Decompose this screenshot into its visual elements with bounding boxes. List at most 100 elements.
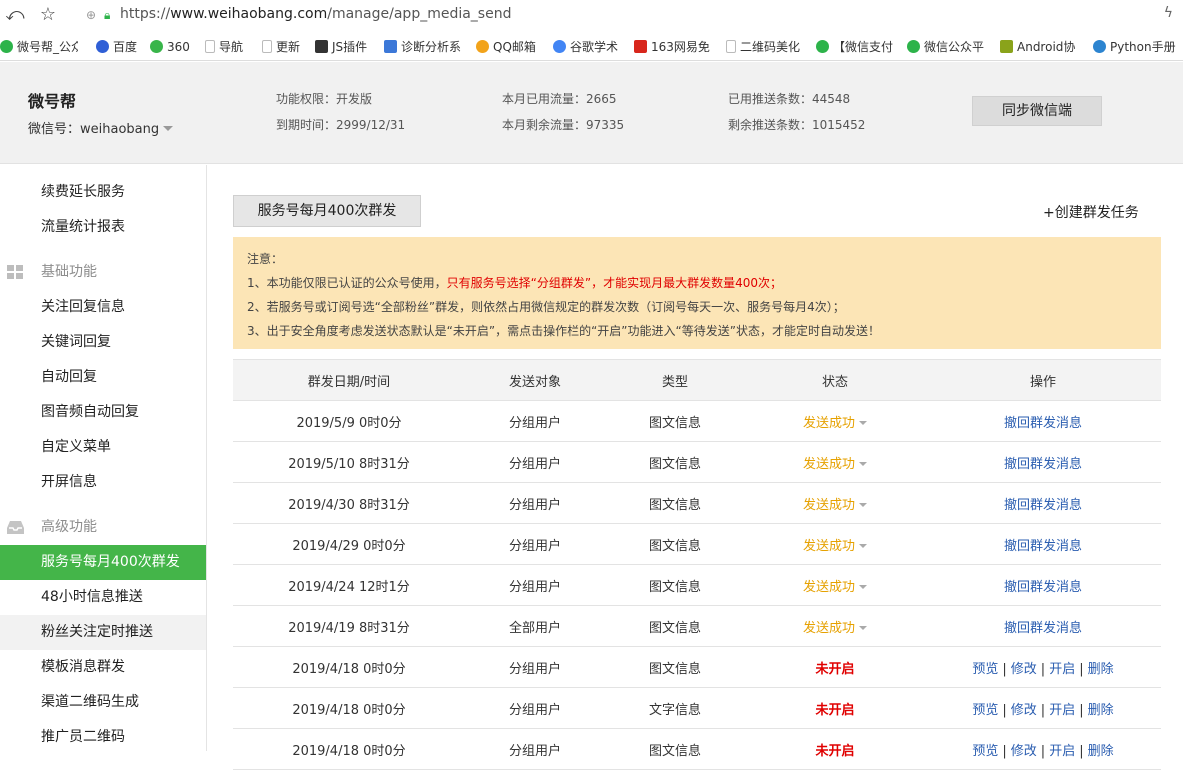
enable-link[interactable]: 开启 bbox=[1049, 703, 1075, 718]
col-header-type: 类型 bbox=[605, 359, 745, 401]
status-label: 发送成功 bbox=[802, 456, 855, 472]
separator: | bbox=[1002, 702, 1007, 718]
bookmark-star-icon[interactable]: ☆ bbox=[37, 4, 59, 26]
sync-wechat-button[interactable]: 同步微信端 bbox=[972, 96, 1102, 126]
preview-link[interactable]: 预览 bbox=[972, 703, 998, 718]
bookmark-label: QQ邮箱 bbox=[493, 40, 536, 54]
sidebar-item-auto-reply[interactable]: 自动回复 bbox=[0, 360, 206, 395]
bookmark-label: 163网易免 bbox=[651, 40, 710, 54]
bookmark-item[interactable]: 360 bbox=[150, 38, 196, 56]
account-header: 微号帮 微信号：weihaobang 功能权限：开发版 到期时间：2999/12… bbox=[0, 62, 1183, 164]
cell-target: 分组用户 bbox=[465, 441, 605, 483]
status-label: 未开启 bbox=[815, 702, 855, 718]
bookmark-item[interactable]: 二维码美化 bbox=[726, 38, 804, 56]
wechat-id-selector[interactable]: 微信号：weihaobang bbox=[28, 118, 174, 137]
recall-link[interactable]: 撤回群发消息 bbox=[1004, 539, 1082, 554]
bookmark-item[interactable]: 诊断分析系 bbox=[384, 38, 462, 56]
chevron-down-icon bbox=[859, 543, 867, 548]
status-dropdown[interactable]: 发送成功 bbox=[803, 416, 867, 431]
separator: | bbox=[1040, 743, 1046, 759]
delete-link[interactable]: 删除 bbox=[1088, 703, 1114, 718]
status-dropdown[interactable]: 发送成功 bbox=[803, 621, 867, 636]
recall-link[interactable]: 撤回群发消息 bbox=[1004, 457, 1082, 472]
bookmark-item[interactable]: 百度 bbox=[96, 38, 140, 56]
status-dropdown[interactable]: 发送成功 bbox=[803, 498, 867, 513]
chevron-down-icon bbox=[163, 126, 174, 131]
sidebar-item-template-mass-send[interactable]: 模板消息群发 bbox=[0, 650, 206, 685]
recall-link[interactable]: 撤回群发消息 bbox=[1004, 580, 1082, 595]
cell-status: 未开启 bbox=[745, 646, 925, 688]
lightning-icon[interactable]: ϟ bbox=[1164, 5, 1173, 21]
bookmark-item[interactable]: QQ邮箱 bbox=[476, 38, 542, 56]
diagnose-icon bbox=[384, 40, 397, 53]
remain-push-info: 剩余推送条数：1015452 bbox=[728, 118, 866, 132]
cell-type: 图文信息 bbox=[605, 646, 745, 688]
cell-type: 图文信息 bbox=[605, 728, 745, 770]
edit-link[interactable]: 修改 bbox=[1011, 662, 1037, 677]
notice-line-3: 3、出于安全角度考虑发送状态默认是“未开启”，需点击操作栏的“开启”功能进入“等… bbox=[247, 324, 880, 338]
used-traffic-info: 本月已用流量：2665 bbox=[502, 92, 617, 106]
bookmark-item[interactable]: 谷歌学术 bbox=[553, 38, 619, 56]
create-mass-task-link[interactable]: +创建群发任务 bbox=[1043, 202, 1139, 222]
preview-link[interactable]: 预览 bbox=[972, 744, 998, 759]
tab-monthly-mass-send[interactable]: 服务号每月400次群发 bbox=[233, 195, 421, 227]
recall-link[interactable]: 撤回群发消息 bbox=[1004, 621, 1082, 636]
remain-traffic-info: 本月剩余流量：97335 bbox=[502, 118, 625, 132]
sidebar-group-advanced: 高级功能 bbox=[0, 510, 206, 545]
bookmark-item[interactable]: JS插件 bbox=[315, 38, 373, 56]
delete-link[interactable]: 删除 bbox=[1088, 662, 1114, 677]
bookmark-item[interactable]: 微号帮_公众 bbox=[0, 38, 78, 56]
sidebar-item-channel-qrcode[interactable]: 渠道二维码生成 bbox=[0, 685, 206, 720]
status-label: 未开启 bbox=[815, 661, 855, 677]
bookmark-item[interactable]: 微信公众平 bbox=[907, 38, 987, 56]
edit-link[interactable]: 修改 bbox=[1011, 744, 1037, 759]
recall-link[interactable]: 撤回群发消息 bbox=[1004, 498, 1082, 513]
bookmarks-bar: 微号帮_公众 百度 360 导航 更新 JS插件 诊断分析系 QQ邮箱 谷歌学术 163网易免 二维… bbox=[0, 33, 1183, 61]
separator: | bbox=[1040, 702, 1046, 718]
back-icon[interactable]: ⤺ bbox=[4, 4, 26, 26]
bookmark-label: 导航 bbox=[219, 40, 244, 54]
sidebar-item-renew[interactable]: 续费延长服务 bbox=[0, 175, 206, 210]
status-dropdown[interactable]: 发送成功 bbox=[803, 457, 867, 472]
sidebar-item-promoter-qrcode[interactable]: 推广员二维码 bbox=[0, 720, 206, 755]
cell-datetime: 2019/4/18 0时0分 bbox=[233, 728, 465, 770]
recall-link[interactable]: 撤回群发消息 bbox=[1004, 416, 1082, 431]
sidebar-item-monthly-mass-send[interactable]: 服务号每月400次群发 bbox=[0, 545, 206, 580]
status-dropdown[interactable]: 发送成功 bbox=[803, 539, 867, 554]
cell-target: 分组用户 bbox=[465, 564, 605, 606]
bookmark-item[interactable]: Android协 bbox=[1000, 38, 1078, 56]
sidebar-item-follow-reply[interactable]: 关注回复信息 bbox=[0, 290, 206, 325]
sidebar-item-keyword-reply[interactable]: 关键词回复 bbox=[0, 325, 206, 360]
chevron-down-icon bbox=[859, 502, 867, 507]
cell-datetime: 2019/5/10 8时31分 bbox=[233, 441, 465, 483]
shield-icon: ⊕ bbox=[86, 8, 97, 22]
sidebar-item-48h-push[interactable]: 48小时信息推送 bbox=[0, 580, 206, 615]
bookmark-item[interactable]: 导航 bbox=[205, 38, 251, 56]
edit-link[interactable]: 修改 bbox=[1011, 703, 1037, 718]
sidebar-item-traffic-report[interactable]: 流量统计报表 bbox=[0, 210, 206, 245]
enable-link[interactable]: 开启 bbox=[1049, 744, 1075, 759]
cell-actions: 撤回群发消息 bbox=[925, 605, 1161, 647]
cell-target: 分组用户 bbox=[465, 728, 605, 770]
bookmark-item[interactable]: 【微信支付 bbox=[816, 38, 896, 56]
enable-link[interactable]: 开启 bbox=[1049, 662, 1075, 677]
sidebar-item-splash-info[interactable]: 开屏信息 bbox=[0, 465, 206, 500]
bookmark-item[interactable]: Python手册 bbox=[1093, 38, 1181, 56]
url-field[interactable]: ⊕ 🔒︎ https://www.weihaobang.com/manage/a… bbox=[82, 4, 1162, 26]
delete-link[interactable]: 删除 bbox=[1088, 744, 1114, 759]
cell-type: 图文信息 bbox=[605, 482, 745, 524]
wechat-icon bbox=[907, 40, 920, 53]
sidebar-item-follow-timed-push[interactable]: 粉丝关注定时推送 bbox=[0, 615, 206, 650]
preview-link[interactable]: 预览 bbox=[972, 662, 998, 677]
status-dropdown[interactable]: 发送成功 bbox=[803, 580, 867, 595]
separator: | bbox=[1002, 743, 1007, 759]
cell-status: 发送成功 bbox=[745, 605, 925, 647]
col-header-status: 状态 bbox=[745, 359, 925, 401]
sidebar-item-media-auto-reply[interactable]: 图音频自动回复 bbox=[0, 395, 206, 430]
bookmark-item[interactable]: 更新 bbox=[262, 38, 306, 56]
bookmark-item[interactable]: 163网易免 bbox=[634, 38, 710, 56]
page-icon bbox=[726, 40, 736, 53]
cell-type: 图文信息 bbox=[605, 523, 745, 565]
sidebar-item-custom-menu[interactable]: 自定义菜单 bbox=[0, 430, 206, 465]
grid-icon bbox=[7, 265, 23, 279]
